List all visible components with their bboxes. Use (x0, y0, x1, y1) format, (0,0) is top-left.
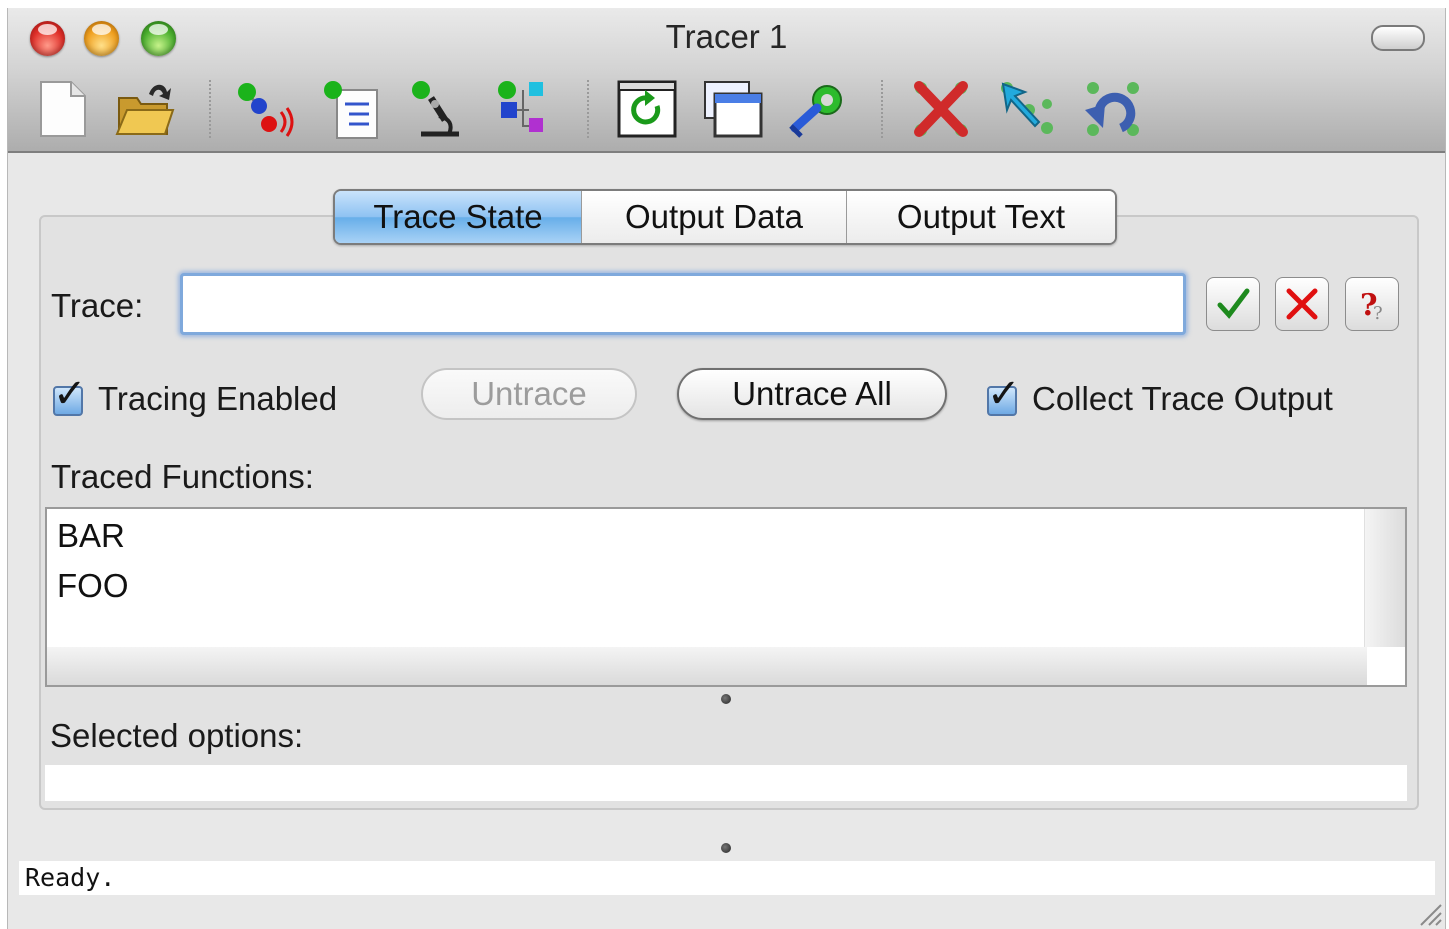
resize-grip-icon[interactable] (1415, 899, 1443, 927)
tracing-enabled-label: Tracing Enabled (98, 380, 338, 417)
tab-trace-state[interactable]: Trace State (335, 191, 581, 243)
status-bar: Ready. (19, 861, 1435, 895)
title-bar: Tracer 1 (8, 8, 1445, 153)
untrace-all-button[interactable]: Untrace All (677, 368, 947, 420)
collect-trace-output-label: Collect Trace Output (1032, 380, 1333, 417)
toolbar-separator (587, 80, 589, 138)
undo-trace-icon[interactable] (1081, 76, 1145, 142)
selected-options-field[interactable] (45, 765, 1407, 801)
refresh-icon[interactable] (615, 76, 679, 142)
splitter-handle[interactable] (721, 843, 731, 853)
inspect-microscope-icon[interactable] (405, 76, 469, 142)
tracing-enabled-checkbox[interactable]: ✓ (53, 374, 87, 416)
tab-output-data[interactable]: Output Data (581, 191, 846, 243)
vertical-scrollbar[interactable] (1364, 509, 1405, 647)
splitter-handle[interactable] (721, 694, 731, 704)
help-question-icon: ?? (1360, 288, 1383, 323)
toolbar-separator (881, 80, 883, 138)
trace-list-icon[interactable] (319, 76, 383, 142)
toolbar-separator (209, 80, 211, 138)
settings-gear-icon[interactable] (787, 76, 851, 142)
window-title: Tracer 1 (665, 18, 788, 55)
svg-text:?: ? (1373, 303, 1383, 323)
tab-output-text[interactable]: Output Text (846, 191, 1115, 243)
status-text: Ready. (25, 863, 116, 892)
trace-signal-icon[interactable] (233, 76, 297, 142)
new-document-icon[interactable] (31, 76, 95, 142)
trace-input[interactable] (180, 273, 1186, 335)
trace-label: Trace: (51, 287, 144, 324)
open-folder-icon[interactable] (113, 76, 177, 142)
cancel-button[interactable] (1275, 277, 1329, 331)
trace-tree-icon[interactable] (491, 76, 555, 142)
selected-options-label: Selected options: (50, 717, 304, 754)
tab-bar: Trace State Output Data Output Text (333, 189, 1117, 245)
checkmark-icon: ✓ (53, 371, 87, 417)
new-window-icon[interactable] (701, 76, 765, 142)
cancel-x-icon (1286, 288, 1318, 320)
horizontal-scrollbar[interactable] (47, 647, 1367, 685)
collect-trace-output-checkbox[interactable]: ✓ (987, 374, 1021, 416)
trace-arrow-icon[interactable] (995, 76, 1059, 142)
accept-check-icon (1217, 288, 1250, 319)
list-item[interactable]: FOO (57, 567, 129, 605)
traced-functions-list[interactable]: BAR FOO (45, 507, 1407, 687)
tracer-window: Tracer 1 Trace State Output Data Output … (7, 8, 1446, 929)
checkmark-icon: ✓ (987, 371, 1021, 417)
untrace-x-icon[interactable] (909, 76, 973, 142)
toolbar-toggle-button[interactable] (1371, 25, 1425, 51)
untrace-button[interactable]: Untrace (421, 368, 637, 420)
help-button[interactable]: ?? (1345, 277, 1399, 331)
traced-functions-label: Traced Functions: (51, 458, 314, 495)
list-item[interactable]: BAR (57, 517, 125, 555)
accept-button[interactable] (1206, 277, 1260, 331)
